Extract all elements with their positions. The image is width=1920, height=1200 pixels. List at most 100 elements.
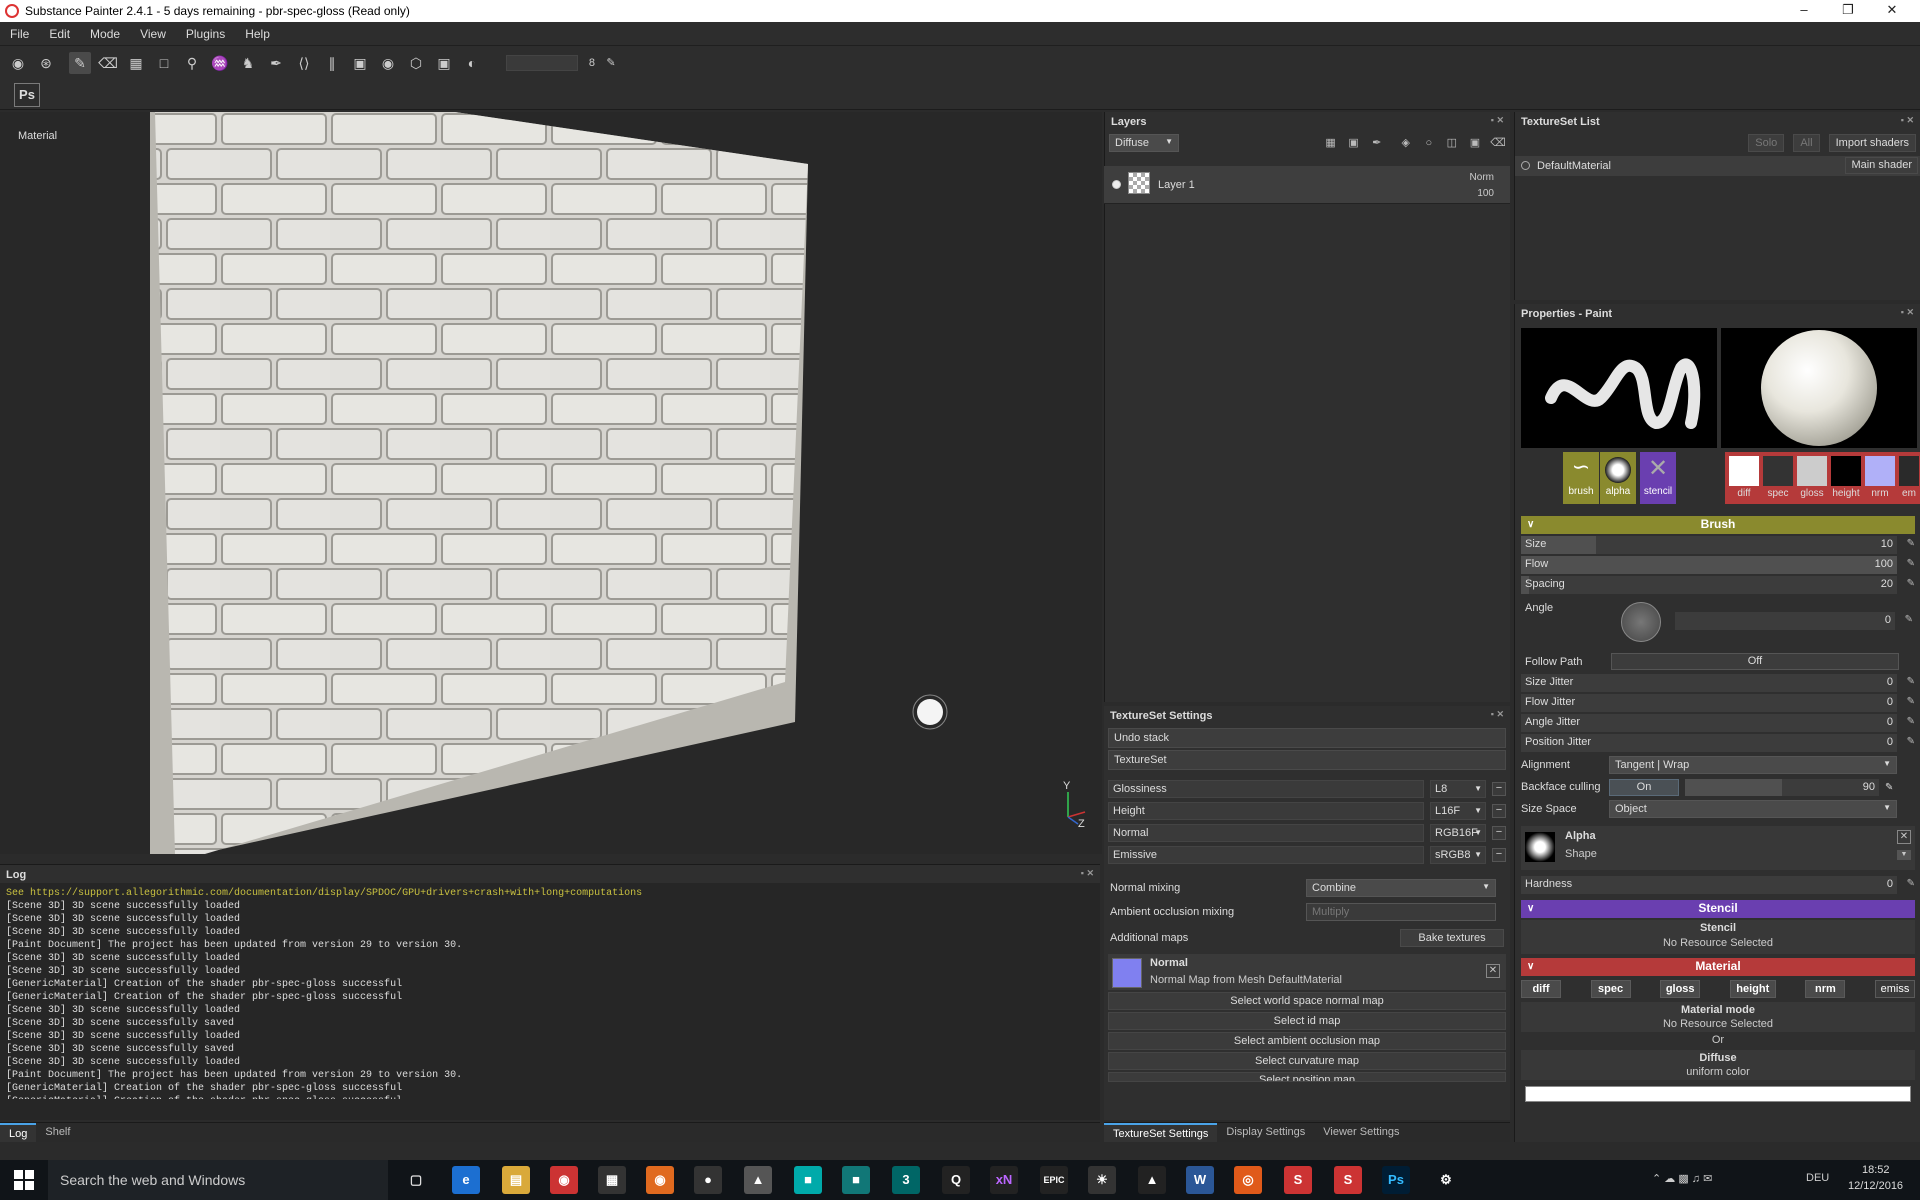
add-fill-layer-icon[interactable]: ◈ <box>1398 135 1414 151</box>
add-layer-icon[interactable]: ○ <box>1421 135 1437 151</box>
firefox-icon[interactable]: ◉ <box>646 1166 674 1194</box>
word-icon[interactable]: W <box>1186 1166 1214 1194</box>
projection-icon[interactable]: ▦ <box>125 52 147 74</box>
remove-channel-icon[interactable]: − <box>1492 826 1506 840</box>
remove-channel-icon[interactable]: − <box>1492 804 1506 818</box>
material-nrm-button[interactable]: nrm <box>1805 980 1846 998</box>
menu-mode[interactable]: Mode <box>80 27 130 41</box>
app-icon-13[interactable]: xN <box>990 1166 1018 1194</box>
channel-tile-nrm[interactable]: nrm <box>1863 454 1897 502</box>
panel-close-icon[interactable]: ▪ ✕ <box>1491 115 1504 126</box>
bake-textures-button[interactable]: Bake textures <box>1400 929 1504 947</box>
jitter-slider[interactable]: Position Jitter 0 ✎ <box>1521 734 1915 752</box>
textureset-row[interactable]: DefaultMaterial Main shader <box>1515 156 1920 176</box>
eraser-icon[interactable]: ⌫ <box>97 52 119 74</box>
menu-plugins[interactable]: Plugins <box>176 27 235 41</box>
channel-format-dropdown[interactable]: sRGB8 ▼ <box>1430 846 1486 864</box>
select-ao-map-button[interactable]: Select ambient occlusion map <box>1108 1032 1506 1050</box>
normal-mixing-dropdown[interactable]: Combine ▼ <box>1306 879 1496 897</box>
channel-tile-height[interactable]: height <box>1829 454 1863 502</box>
edge-icon[interactable]: e <box>452 1166 480 1194</box>
substance-icon[interactable]: ◉ <box>7 52 29 74</box>
app-icon-8[interactable]: ▲ <box>744 1166 772 1194</box>
size-space-dropdown[interactable]: Object ▼ <box>1609 800 1897 818</box>
add-filter-icon[interactable]: ✒ <box>1369 135 1385 151</box>
add-folder-icon[interactable]: ◫ <box>1444 135 1460 151</box>
backface-slider[interactable]: 90 <box>1685 778 1879 796</box>
app-icon-7[interactable]: ● <box>694 1166 722 1194</box>
channel-format-dropdown[interactable]: L16F ▼ <box>1430 802 1486 820</box>
view-cube-icon[interactable]: ▣ <box>349 52 371 74</box>
brush-tile[interactable]: ∽ brush <box>1563 452 1599 504</box>
tab-shelf[interactable]: Shelf <box>36 1123 79 1142</box>
mirror-icon[interactable]: ∥ <box>321 52 343 74</box>
tab-textureset-settings[interactable]: TextureSet Settings <box>1104 1123 1218 1142</box>
select-world-normal-button[interactable]: Select world space normal map <box>1108 992 1506 1010</box>
layer-row[interactable]: Layer 1 Norm 100 <box>1104 166 1510 204</box>
follow-path-toggle[interactable]: Off <box>1611 653 1899 670</box>
material-emiss-button[interactable]: emiss <box>1874 980 1915 998</box>
bake-icon[interactable]: ⊛ <box>35 52 57 74</box>
symmetry-icon[interactable]: ⟨⟩ <box>293 52 315 74</box>
channel-dropdown[interactable]: Diffuse ▼ <box>1109 134 1179 152</box>
substance-painter-task-icon[interactable]: S <box>1284 1166 1312 1194</box>
stencil-tile[interactable]: ✕ stencil <box>1640 452 1676 504</box>
angle-slider[interactable]: 0 ✎ <box>1675 612 1913 630</box>
size-slider[interactable]: Size 10 ✎ <box>1521 536 1915 554</box>
material-gloss-button[interactable]: gloss <box>1660 980 1701 998</box>
alignment-dropdown[interactable]: Tangent | Wrap ▼ <box>1609 756 1897 774</box>
diffuse-color-swatch[interactable] <box>1525 1086 1911 1102</box>
app-icon-15[interactable]: ☀ <box>1088 1166 1116 1194</box>
add-paint-layer-icon[interactable]: ▣ <box>1467 135 1483 151</box>
channel-tile-diff[interactable]: diff <box>1727 454 1761 502</box>
main-shader-button[interactable]: Main shader <box>1845 157 1918 174</box>
backface-toggle[interactable]: On <box>1609 778 1679 796</box>
select-id-map-button[interactable]: Select id map <box>1108 1012 1506 1030</box>
photoshop-export-button[interactable]: Ps <box>14 83 40 107</box>
channel-format-dropdown[interactable]: RGB16F ▼ <box>1430 824 1486 842</box>
panel-close-icon[interactable]: ▪ ✕ <box>1901 307 1914 318</box>
layer-visibility-icon[interactable] <box>1112 180 1121 189</box>
tab-display-settings[interactable]: Display Settings <box>1217 1123 1314 1142</box>
angle-dial[interactable] <box>1621 602 1661 642</box>
remove-channel-icon[interactable]: − <box>1492 782 1506 796</box>
channel-format-dropdown[interactable]: L8 ▼ <box>1430 780 1486 798</box>
restore-button[interactable]: ❐ <box>1826 0 1870 22</box>
file-explorer-icon[interactable]: ▤ <box>502 1166 530 1194</box>
settings-icon[interactable]: ⚙ <box>1432 1166 1460 1194</box>
tray-language[interactable]: DEU <box>1806 1172 1829 1184</box>
brush-header[interactable]: ∨ Brush <box>1521 516 1915 534</box>
task-view-icon[interactable]: ▢ <box>402 1166 430 1194</box>
tab-viewer-settings[interactable]: Viewer Settings <box>1314 1123 1408 1142</box>
menu-help[interactable]: Help <box>235 27 280 41</box>
3d-viewport[interactable]: Material Y Z <box>0 112 1102 854</box>
camera-icon[interactable]: ◉ <box>377 52 399 74</box>
material-diff-button[interactable]: diff <box>1521 980 1561 998</box>
substance-designer-task-icon[interactable]: S <box>1334 1166 1362 1194</box>
select-curvature-map-button[interactable]: Select curvature map <box>1108 1052 1506 1070</box>
chrome-icon[interactable]: ◉ <box>550 1166 578 1194</box>
solo-button[interactable]: Solo <box>1748 134 1785 152</box>
tray-time[interactable]: 18:52 <box>1862 1164 1890 1176</box>
channel-tile-spec[interactable]: spec <box>1761 454 1795 502</box>
close-button[interactable]: ✕ <box>1870 0 1914 22</box>
material-mode-slot[interactable]: Material mode No Resource Selected <box>1521 1002 1915 1032</box>
jitter-slider[interactable]: Angle Jitter 0 ✎ <box>1521 714 1915 732</box>
remove-channel-icon[interactable]: − <box>1492 848 1506 862</box>
app-icon-10[interactable]: ■ <box>842 1166 870 1194</box>
houdini-icon[interactable]: ◎ <box>1234 1166 1262 1194</box>
menu-file[interactable]: File <box>0 27 39 41</box>
layer-blend-mode[interactable]: Norm <box>1470 172 1494 183</box>
material-picker-icon[interactable]: ♞ <box>237 52 259 74</box>
material-height-button[interactable]: height <box>1729 980 1776 998</box>
material-header[interactable]: ∨ Material <box>1521 958 1915 976</box>
jitter-slider[interactable]: Size Jitter 0 ✎ <box>1521 674 1915 692</box>
polygon-fill-icon[interactable]: □ <box>153 52 175 74</box>
import-shaders-button[interactable]: Import shaders <box>1828 134 1916 152</box>
edit-pen-icon[interactable]: ✎ <box>600 52 622 74</box>
alpha-expand-icon[interactable]: ▼ <box>1897 850 1911 860</box>
app-icon-11[interactable]: 3 <box>892 1166 920 1194</box>
stencil-slot[interactable]: Stencil No Resource Selected <box>1521 920 1915 954</box>
minimize-button[interactable]: – <box>1782 0 1826 22</box>
iray-icon[interactable]: ◐ <box>461 52 483 74</box>
